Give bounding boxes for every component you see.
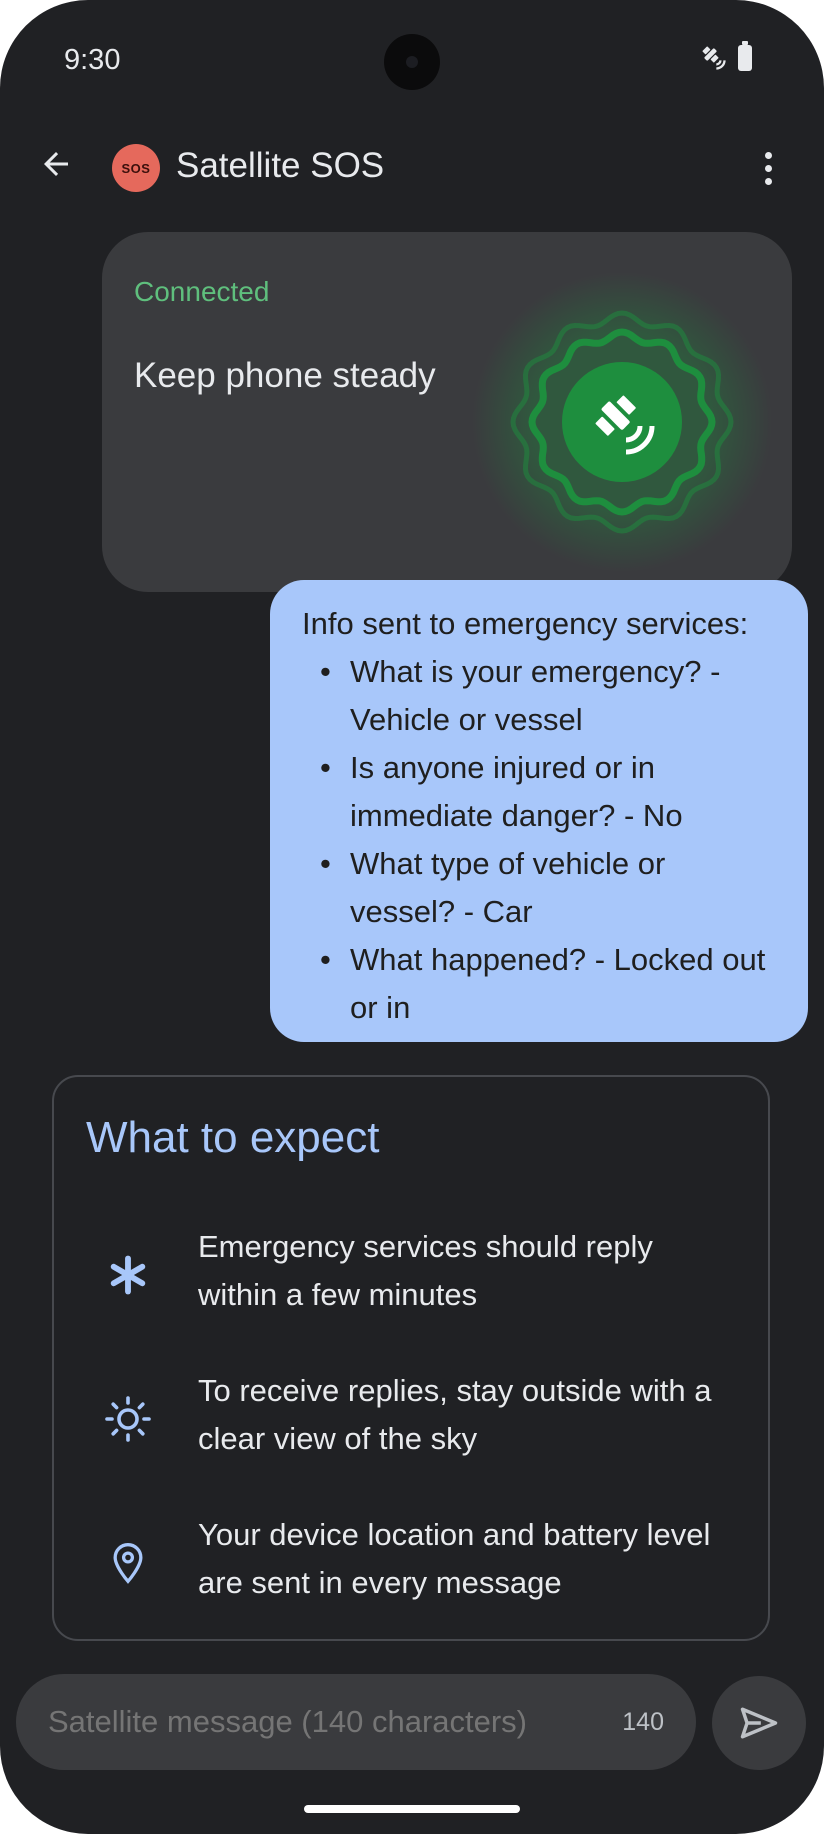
list-item: What is your emergency? - Vehicle or ves… [302, 648, 770, 744]
expect-title: What to expect [86, 1113, 380, 1162]
camera-cutout [384, 34, 440, 90]
expect-item: Emergency services should reply within a… [54, 1223, 768, 1323]
expect-item-text: To receive replies, stay outside with a … [198, 1373, 712, 1456]
sun-icon [98, 1389, 158, 1449]
status-icons [700, 41, 752, 72]
page-title: Satellite SOS [176, 146, 385, 185]
list-item: What type of vehicle or vessel? - Car [302, 840, 770, 936]
phone-screen: 9:30 SOS Satellite SOS Connected Keep ph… [0, 0, 824, 1834]
expect-item-text: Emergency services should reply within a… [198, 1229, 653, 1312]
expect-item: To receive replies, stay outside with a … [54, 1367, 768, 1467]
list-item: What happened? - Locked out or in [302, 936, 770, 1032]
more-vert-icon [764, 151, 772, 159]
status-time: 9:30 [64, 44, 121, 76]
sent-message-list: What is your emergency? - Vehicle or ves… [302, 648, 808, 1032]
message-composer: 140 [16, 1674, 696, 1770]
battery-icon [738, 41, 752, 71]
sent-message-bubble[interactable]: Info sent to emergency services: What is… [270, 580, 808, 1042]
satellite-status-icon [702, 46, 726, 70]
char-counter: 140 [622, 1708, 664, 1736]
satellite-signal-icon [472, 272, 772, 572]
asterisk-icon [98, 1245, 158, 1305]
list-item: Is anyone injured or in immediate danger… [302, 744, 770, 840]
home-indicator[interactable] [304, 1805, 520, 1813]
expect-item-text: Your device location and battery level a… [198, 1517, 711, 1600]
what-to-expect-card: What to expect Emergency services should… [52, 1075, 770, 1641]
connection-status: Connected [134, 276, 270, 307]
arrow-back-icon [44, 152, 68, 176]
sos-avatar: SOS [112, 144, 160, 192]
send-icon [740, 1707, 778, 1739]
connection-card: Connected Keep phone steady [102, 232, 792, 592]
location-pin-icon [98, 1533, 158, 1593]
more-options-button[interactable] [748, 140, 788, 196]
expect-item: Your device location and battery level a… [54, 1511, 768, 1611]
connection-message: Keep phone steady [134, 356, 436, 395]
message-input[interactable] [48, 1704, 568, 1740]
send-button[interactable] [712, 1676, 806, 1770]
back-button[interactable] [30, 138, 82, 190]
sent-message-title: Info sent to emergency services: [302, 606, 749, 641]
